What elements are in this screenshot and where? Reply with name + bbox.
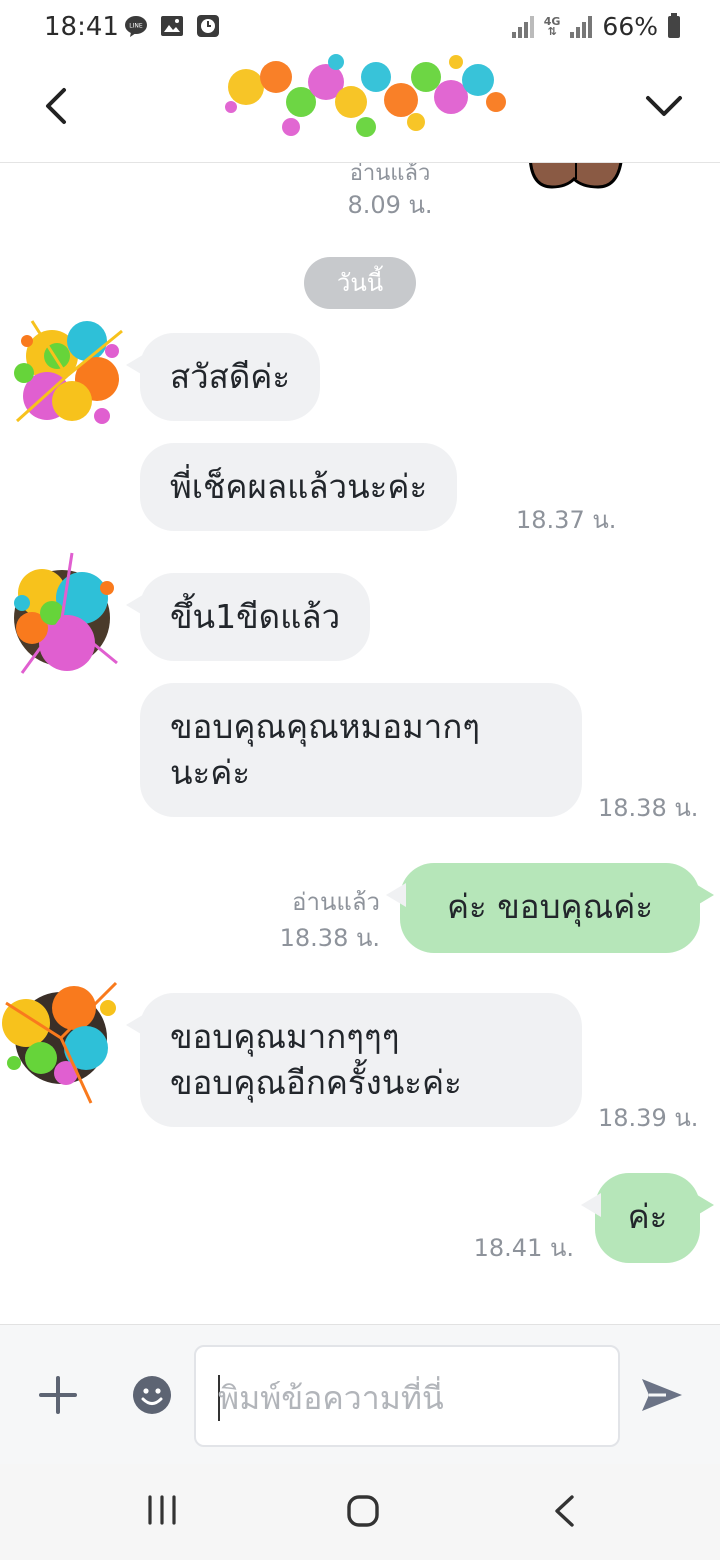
message-line: ขอบคุณคุณหมอมากๆ [170,707,481,746]
send-icon[interactable] [640,1375,684,1415]
system-nav-bar [0,1464,720,1560]
message-bubble-received[interactable]: ขอบคุณมากๆๆๆ ขอบคุณอีกครั้งนะค่ะ [126,993,582,1127]
contact-avatar[interactable] [2,301,132,451]
message-time: 8.09 น. [347,191,433,219]
message-time: 18.38 น. [279,924,380,952]
message-line: นะค่ะ [170,753,251,792]
battery-percent: 66% [602,12,658,41]
home-icon[interactable] [346,1494,380,1528]
message-time: 18.38 น. [598,794,699,822]
recents-icon[interactable] [146,1494,178,1526]
message-time: 18.39 น. [598,1104,699,1132]
contact-avatar[interactable] [0,963,126,1113]
message-field[interactable] [194,1345,620,1447]
message-input-bar [0,1324,720,1465]
message-time: 18.41 น. [473,1234,574,1262]
redacted-title-scribble [225,54,506,137]
message-bubble-received[interactable]: ขึ้น1ขีดแล้ว [125,573,371,661]
back-icon[interactable] [552,1494,576,1528]
message-bubble-sent[interactable]: ค่ะ [581,1173,714,1263]
status-time: 18:41 [44,12,119,42]
date-divider: วันนี้ [304,257,416,309]
message-line: ขอบคุณอีกครั้งนะค่ะ [170,1063,462,1102]
clock-icon [196,14,220,38]
message-time: 18.37 น. [516,506,617,534]
signal-icon [511,15,534,38]
plus-icon[interactable] [38,1375,78,1415]
chat-header [0,54,720,163]
chat-area[interactable]: อ่านแล้ว 8.09 น. วันนี้ สวัสดีค่ะ พี่เช็… [0,163,720,1324]
message-bubble-received[interactable]: ขอบคุณคุณหมอมากๆ นะค่ะ [140,683,582,817]
battery-icon [668,12,680,38]
message-bubble-received[interactable]: พี่เช็คผลแล้วนะค่ะ [140,443,458,531]
read-receipt: อ่านแล้ว [292,888,380,916]
image-icon [160,14,184,38]
emoji-icon[interactable] [132,1375,172,1415]
message-line: ขอบคุณมากๆๆๆ [170,1017,400,1056]
network-type: 4G ⇅ [543,14,561,38]
chevron-left-icon[interactable] [38,84,78,128]
sticker-image[interactable] [528,163,624,197]
signal-icon-2 [570,15,593,38]
notification-icons: LINE [124,14,220,38]
svg-text:LINE: LINE [129,23,143,30]
message-input[interactable] [216,1371,600,1425]
status-indicators: 4G ⇅ 66% [511,12,680,41]
contact-avatar[interactable] [2,543,132,693]
line-icon: LINE [124,14,148,38]
message-bubble-received[interactable]: สวัสดีค่ะ [125,333,321,421]
message-bubble-sent[interactable]: ค่ะ ขอบคุณค่ะ [386,863,714,953]
chevron-down-icon[interactable] [644,92,684,122]
